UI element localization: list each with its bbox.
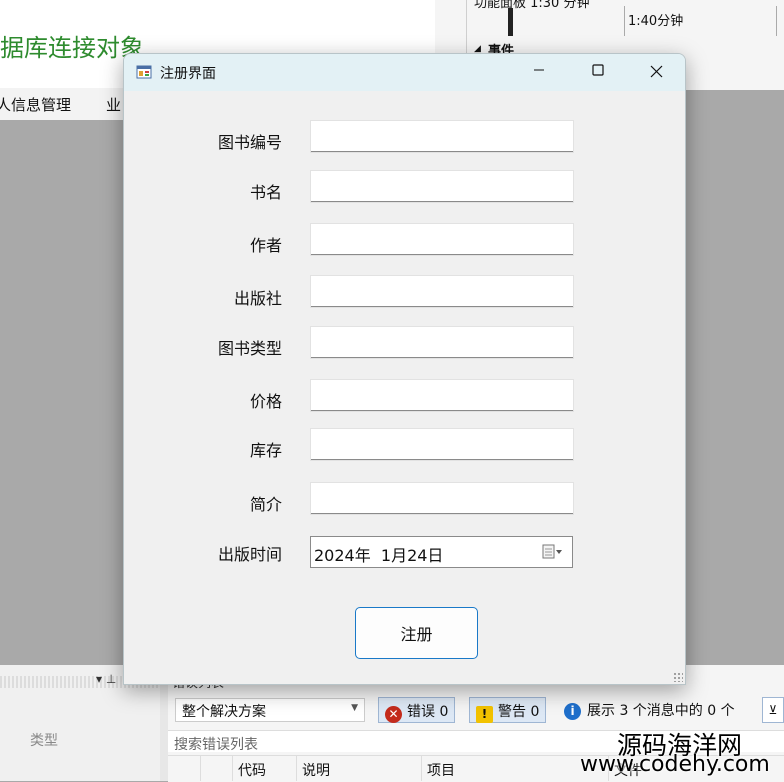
timeline-tick [776, 6, 777, 36]
info-icon: i [564, 703, 581, 720]
dialog-title: 注册界面 [160, 66, 216, 82]
maximize-icon [592, 64, 604, 76]
menu-item-personal-info[interactable]: 人信息管理 [0, 94, 71, 115]
column-header-code[interactable]: 代码 [238, 760, 266, 780]
warning-icon: ! [476, 706, 493, 723]
summary-input[interactable] [310, 482, 574, 515]
register-dialog: 注册界面 图书编号 书名 作者 出版社 图书类型 价格 库存 简介 出版时间 2… [123, 53, 686, 685]
app-icon [136, 65, 152, 79]
messages-count-label: 展示 3 个消息中的 0 个 [587, 703, 735, 719]
price-input[interactable] [310, 379, 574, 412]
errors-filter-button[interactable]: ✕ 错误 0 [378, 697, 456, 723]
column-separator [200, 755, 201, 781]
calendar-dropdown-icon[interactable] [542, 544, 564, 560]
minimize-icon [534, 69, 544, 71]
label-book-name: 书名 [250, 183, 283, 202]
menu-item-business[interactable]: 业 [106, 94, 121, 115]
column-separator [421, 755, 422, 781]
close-button[interactable] [627, 54, 685, 91]
label-book-id: 图书编号 [218, 133, 283, 152]
book-name-input[interactable] [310, 170, 574, 203]
timeline-header: 功能面板 1:30 分钟 [474, 0, 590, 11]
register-button[interactable]: 注册 [355, 607, 478, 659]
book-id-input[interactable] [310, 120, 574, 153]
column-separator [232, 755, 233, 781]
label-price: 价格 [250, 392, 283, 411]
maximize-button[interactable] [569, 54, 627, 91]
watermark-url: www.codehy.com [580, 752, 770, 777]
book-type-input[interactable] [310, 326, 574, 359]
label-author: 作者 [250, 236, 283, 255]
minimize-button[interactable] [510, 54, 568, 91]
dialog-titlebar[interactable]: 注册界面 [124, 54, 685, 91]
warnings-filter-button[interactable]: ! 警告 0 [469, 697, 547, 723]
label-publish-date: 出版时间 [218, 545, 283, 564]
resize-grip[interactable] [673, 672, 683, 682]
filter-icon[interactable]: ⊻ [762, 697, 784, 723]
label-summary: 简介 [250, 495, 283, 514]
messages-filter-button[interactable]: i 展示 3 个消息中的 0 个 [564, 700, 735, 720]
publish-date-picker[interactable]: 2024年 1月24日 [310, 536, 573, 568]
timeline-label: 1:40分钟 [628, 14, 684, 29]
column-header-project[interactable]: 项目 [427, 760, 455, 780]
error-icon: ✕ [385, 706, 402, 723]
publisher-input[interactable] [310, 275, 574, 308]
publish-date-value: 2024年 1月24日 [314, 546, 444, 565]
scope-select-value: 整个解决方案 [182, 704, 266, 720]
scope-select[interactable]: 整个解决方案 ▼ [175, 698, 365, 722]
chevron-down-icon: ▼ [351, 703, 358, 713]
warnings-count-label: 警告 0 [498, 704, 540, 720]
close-icon [650, 65, 662, 78]
pin-icon[interactable]: ▾ ⊥ [96, 672, 116, 686]
errors-count-label: 错误 0 [407, 704, 449, 720]
column-separator [296, 755, 297, 781]
label-book-type: 图书类型 [218, 339, 283, 358]
timeline-cursor[interactable] [508, 8, 513, 36]
author-input[interactable] [310, 223, 574, 256]
label-stock: 库存 [250, 441, 283, 460]
label-publisher: 出版社 [234, 289, 283, 308]
timeline-tick [624, 6, 625, 36]
stock-input[interactable] [310, 428, 574, 461]
column-header-type[interactable]: 类型 [30, 730, 58, 750]
column-header-description[interactable]: 说明 [302, 760, 330, 780]
